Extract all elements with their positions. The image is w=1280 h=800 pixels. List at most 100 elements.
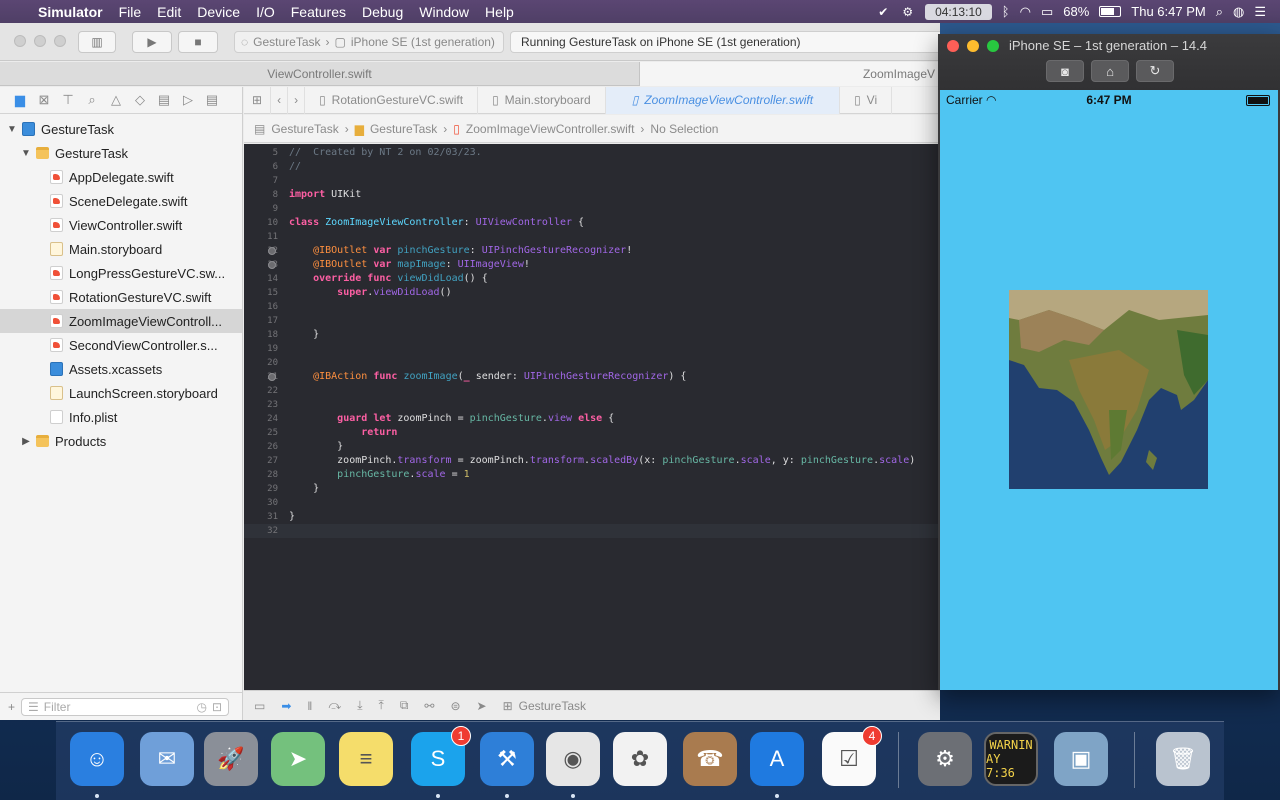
tree-item[interactable]: Info.plist (0, 405, 242, 429)
breadcrumb-project[interactable]: GestureTask (271, 122, 338, 136)
folder-icon[interactable]: ▆ (12, 92, 28, 108)
hierarchy-icon[interactable]: ⊤ (60, 92, 76, 108)
menu-help[interactable]: Help (477, 4, 522, 20)
minimize-window-button[interactable] (967, 40, 979, 52)
source-editor[interactable]: 5 // Created by NT 2 on 02/03/23. 6 // 7 8 imp… (244, 144, 940, 690)
code-line[interactable]: 8 import UIKit (244, 188, 940, 202)
code-line[interactable]: 22 (244, 384, 940, 398)
breadcrumb-file[interactable]: ZoomImageViewController.swift (466, 122, 635, 136)
gear-status-icon[interactable]: ⚙ (900, 5, 915, 19)
tree-item[interactable]: ZoomImageViewControll... (0, 309, 242, 333)
code-line[interactable]: 15 super.viewDidLoad() (244, 286, 940, 300)
airplay-icon[interactable]: ▭ (1041, 4, 1053, 20)
code-line[interactable]: 14 override func viewDidLoad() { (244, 272, 940, 286)
tab-viewcontroller[interactable]: ViewController.swift (0, 62, 640, 86)
menu-edit[interactable]: Edit (149, 4, 189, 20)
outlet-connection-icon[interactable] (268, 373, 276, 381)
spotlight-search-icon[interactable]: ⌕ (1216, 4, 1223, 20)
hide-debug-area-icon[interactable]: ▭ (254, 699, 265, 713)
code-line[interactable]: 21 @IBAction func zoomImage(_ sender: UI… (244, 370, 940, 384)
filter-field[interactable]: ☰ Filter ◷ ⊡ (21, 697, 230, 716)
pause-icon[interactable]: ‖ (307, 699, 312, 713)
test-icon[interactable]: ◇ (132, 92, 148, 108)
code-line[interactable]: 32 (244, 524, 940, 538)
code-line[interactable]: 27 zoomPinch.transform = zoomPinch.trans… (244, 454, 940, 468)
jump-tab-storyboard[interactable]: ▯ Main.storyboard (478, 86, 606, 114)
breakpoint-icon[interactable]: ▷ (180, 92, 196, 108)
zoom-window-button[interactable] (54, 35, 66, 47)
recent-files-icon[interactable]: ◷ (196, 700, 206, 714)
related-items-button[interactable]: ⊞ (244, 86, 272, 114)
code-line[interactable]: 20 (244, 356, 940, 370)
code-line[interactable]: 12 @IBOutlet var pinchGesture: UIPinchGe… (244, 244, 940, 258)
jump-tab-zoomimage[interactable]: ▯ ZoomImageViewController.swift (605, 86, 841, 114)
disclosure-open-icon[interactable]: ▼ (20, 148, 32, 159)
battery-icon[interactable] (1099, 6, 1122, 17)
breadcrumb-group[interactable]: GestureTask (370, 122, 437, 136)
code-line[interactable]: 30 (244, 496, 940, 510)
menu-device[interactable]: Device (189, 4, 248, 20)
code-line[interactable]: 6 // (244, 160, 940, 174)
bluetooth-icon[interactable]: ᛒ (1002, 4, 1010, 19)
wifi-icon[interactable]: ◠ (1020, 4, 1031, 20)
run-button[interactable]: ▶ (132, 31, 172, 53)
back-button[interactable]: ‹ (271, 86, 289, 114)
battery-percent[interactable]: 68% (1063, 4, 1089, 19)
menu-app-name[interactable]: Simulator (30, 4, 111, 20)
launchpad-app-icon[interactable]: 🚀 (204, 732, 258, 786)
outlet-connection-icon[interactable] (268, 247, 276, 255)
xcode-app-icon[interactable]: ⚒ (480, 732, 534, 786)
menu-clock[interactable]: Thu 6:47 PM (1131, 4, 1205, 19)
reminders-app-icon[interactable]: ☑ 4 (822, 726, 882, 786)
tree-item[interactable]: ▼ GestureTask (0, 117, 242, 141)
view-hierarchy-icon[interactable]: ⧉ (400, 698, 409, 713)
debug-icon[interactable]: ▤ (156, 92, 172, 108)
menu-debug[interactable]: Debug (354, 4, 411, 20)
notes-app-icon[interactable]: ≡ (339, 732, 393, 786)
mail-app-icon[interactable]: ✉ (140, 732, 194, 786)
tree-item[interactable]: Assets.xcassets (0, 357, 242, 381)
checkmark-status-icon[interactable]: ✔ (876, 5, 890, 19)
tree-item[interactable]: RotationGestureVC.swift (0, 285, 242, 309)
report-icon[interactable]: ▤ (204, 92, 220, 108)
code-line[interactable]: 16 (244, 300, 940, 314)
tree-item[interactable]: SecondViewController.s... (0, 333, 242, 357)
disclosure-open-icon[interactable]: ▼ (6, 124, 18, 135)
preview-app-icon[interactable]: ▣ (1054, 732, 1108, 786)
iphone-screen[interactable]: Carrier ◠ 6:47 PM (940, 90, 1278, 690)
breadcrumb-selection[interactable]: No Selection (650, 122, 718, 136)
jump-tab-viewcontroller[interactable]: ▯ Vi (840, 86, 893, 114)
notification-center-icon[interactable]: ☰ (1254, 4, 1266, 20)
warning-icon[interactable]: △ (108, 92, 124, 108)
code-line[interactable]: 26 } (244, 440, 940, 454)
tree-item[interactable]: LongPressGestureVC.sw... (0, 261, 242, 285)
jump-tab-rotation[interactable]: ▯ RotationGestureVC.swift (305, 86, 479, 114)
menu-features[interactable]: Features (283, 4, 354, 20)
source-control-icon[interactable]: ⊠ (36, 92, 52, 108)
toggle-navigator-button[interactable]: ▥ (78, 31, 116, 53)
environment-overrides-icon[interactable]: ⊜ (450, 699, 460, 713)
tree-item[interactable]: AppDelegate.swift (0, 165, 242, 189)
timer-readout[interactable]: 04:13:10 (925, 3, 992, 20)
code-line[interactable]: 19 (244, 342, 940, 356)
rotate-button[interactable]: ↻ (1136, 60, 1174, 82)
scm-filter-icon[interactable]: ⊡ (212, 700, 222, 714)
code-line[interactable]: 31} (244, 510, 940, 524)
tree-item[interactable]: LaunchScreen.storyboard (0, 381, 242, 405)
add-icon[interactable]: + (8, 700, 15, 714)
map-image[interactable] (1009, 290, 1208, 489)
code-line[interactable]: 9 (244, 202, 940, 216)
chrome-app-icon[interactable]: ◉ (546, 732, 600, 786)
filter-options-icon[interactable]: ☰ (28, 700, 39, 714)
close-window-button[interactable] (14, 35, 26, 47)
tree-item[interactable]: ▶ Products (0, 429, 242, 453)
code-line[interactable]: 28 pinchGesture.scale = 1 (244, 468, 940, 482)
siri-icon[interactable]: ◍ (1233, 4, 1244, 20)
finder-app-icon[interactable]: ☺ (70, 732, 124, 786)
code-line[interactable]: 5 // Created by NT 2 on 02/03/23. (244, 146, 940, 160)
step-into-icon[interactable]: ⤓ (357, 698, 362, 713)
home-button[interactable]: ⌂ (1091, 60, 1129, 82)
photos-app-icon[interactable]: ✿ (613, 732, 667, 786)
skype-app-icon[interactable]: S1 (411, 726, 471, 786)
tree-item[interactable]: Main.storyboard (0, 237, 242, 261)
